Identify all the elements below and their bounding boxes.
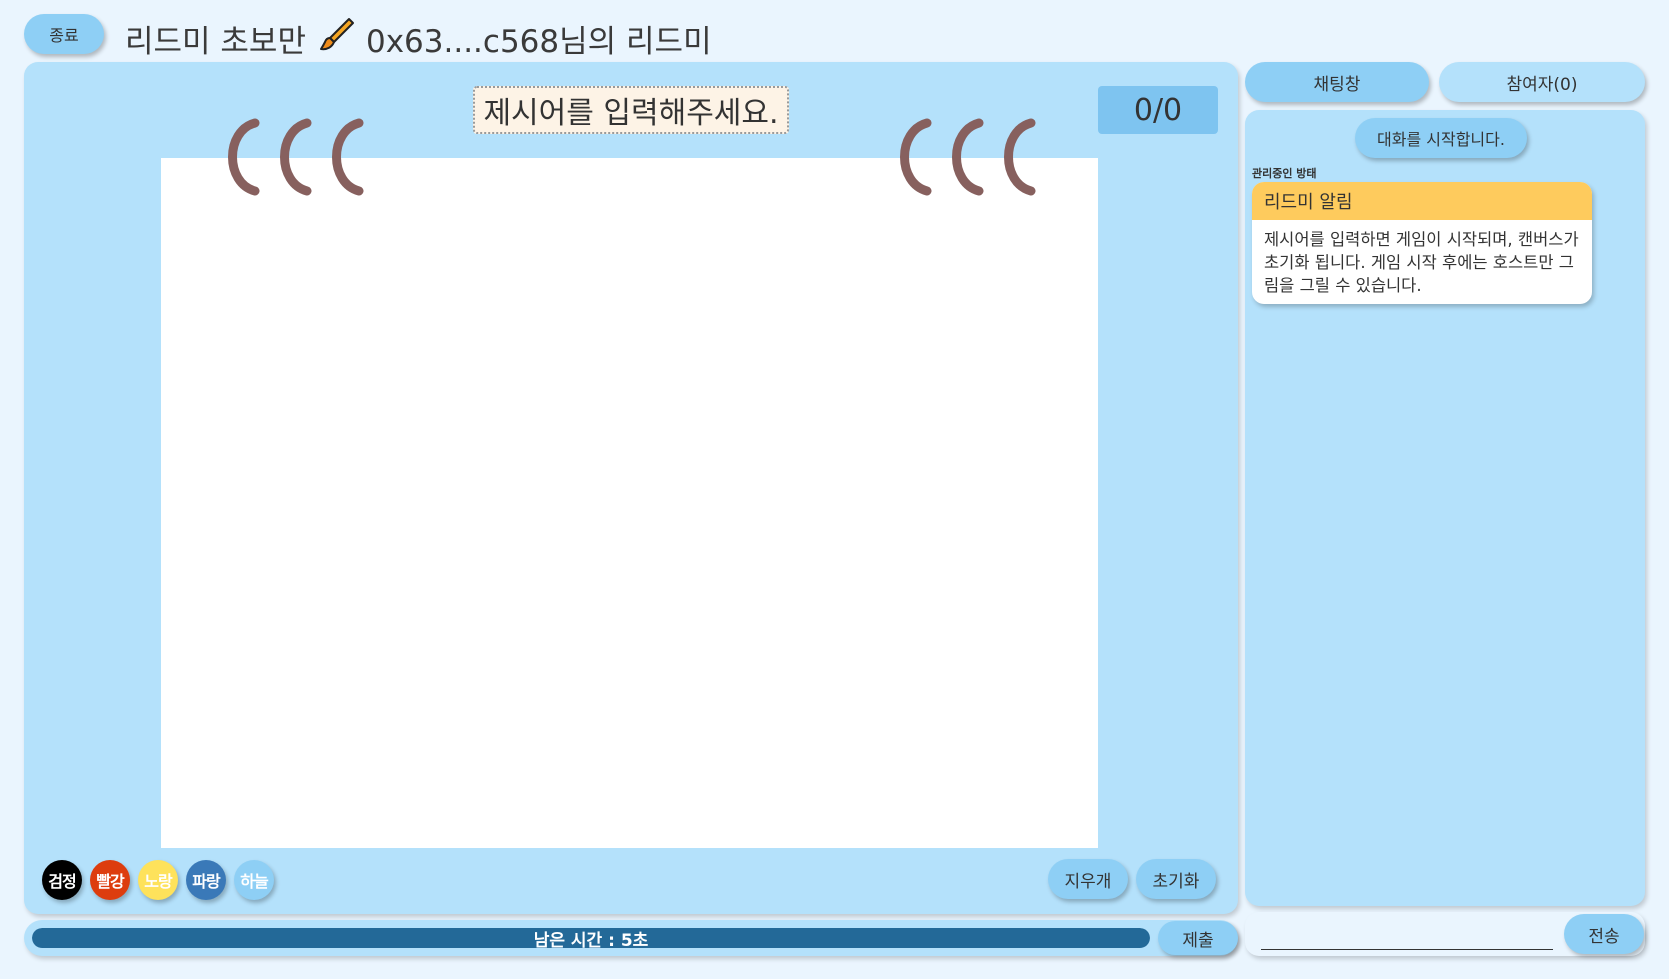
drawing-panel: 제시어를 입력해주세요. 0/0 검정 빨강 노랑 파랑 하늘 지우개 초기화 <box>24 62 1238 914</box>
notice-message-title: 리드미 알림 <box>1252 182 1592 220</box>
reset-button[interactable]: 초기화 <box>1136 859 1216 899</box>
chat-input-bar: 전송 <box>1245 912 1645 956</box>
color-swatch-1[interactable]: 빨강 <box>90 860 130 900</box>
decorative-brackets-left <box>228 118 364 196</box>
color-swatch-2[interactable]: 노랑 <box>138 860 178 900</box>
paintbrush-icon <box>316 14 356 62</box>
room-title-suffix: 0x63....c568님의 리드미 <box>365 23 712 60</box>
chat-input[interactable] <box>1261 922 1553 950</box>
eraser-button[interactable]: 지우개 <box>1048 859 1128 899</box>
tab-chat[interactable]: 채팅창 <box>1245 62 1429 102</box>
room-title: 리드미 초보만 0x63....c568님의 리드미 <box>125 14 712 62</box>
room-title-prefix: 리드미 초보만 <box>125 23 306 60</box>
submit-button[interactable]: 제출 <box>1158 921 1238 955</box>
message-sender: 관리중인 방태 <box>1252 167 1317 180</box>
color-swatch-4[interactable]: 하늘 <box>234 860 274 900</box>
color-swatch-3[interactable]: 파랑 <box>186 860 226 900</box>
chat-panel: 대화를 시작합니다. 관리중인 방태 리드미 알림 제시어를 입력하면 게임이 … <box>1245 110 1645 906</box>
word-prompt[interactable]: 제시어를 입력해주세요. <box>473 86 789 134</box>
notice-message-card: 리드미 알림 제시어를 입력하면 게임이 시작되며, 캔버스가 초기화 됩니다.… <box>1252 182 1592 304</box>
timer-bar: 남은 시간 : 5초 제출 <box>24 920 1238 956</box>
send-button[interactable]: 전송 <box>1564 914 1644 954</box>
chat-start-notice: 대화를 시작합니다. <box>1355 118 1527 158</box>
timer-text: 남은 시간 : 5초 <box>533 930 649 951</box>
score-display: 0/0 <box>1098 86 1218 134</box>
color-swatch-0[interactable]: 검정 <box>42 860 82 900</box>
exit-button[interactable]: 종료 <box>24 14 104 54</box>
decorative-brackets-right <box>900 118 1036 196</box>
tab-members[interactable]: 참여자(0) <box>1439 62 1645 102</box>
color-palette: 검정 빨강 노랑 파랑 하늘 <box>42 860 274 900</box>
notice-message-body: 제시어를 입력하면 게임이 시작되며, 캔버스가 초기화 됩니다. 게임 시작 … <box>1264 230 1579 295</box>
drawing-canvas[interactable] <box>161 158 1098 848</box>
